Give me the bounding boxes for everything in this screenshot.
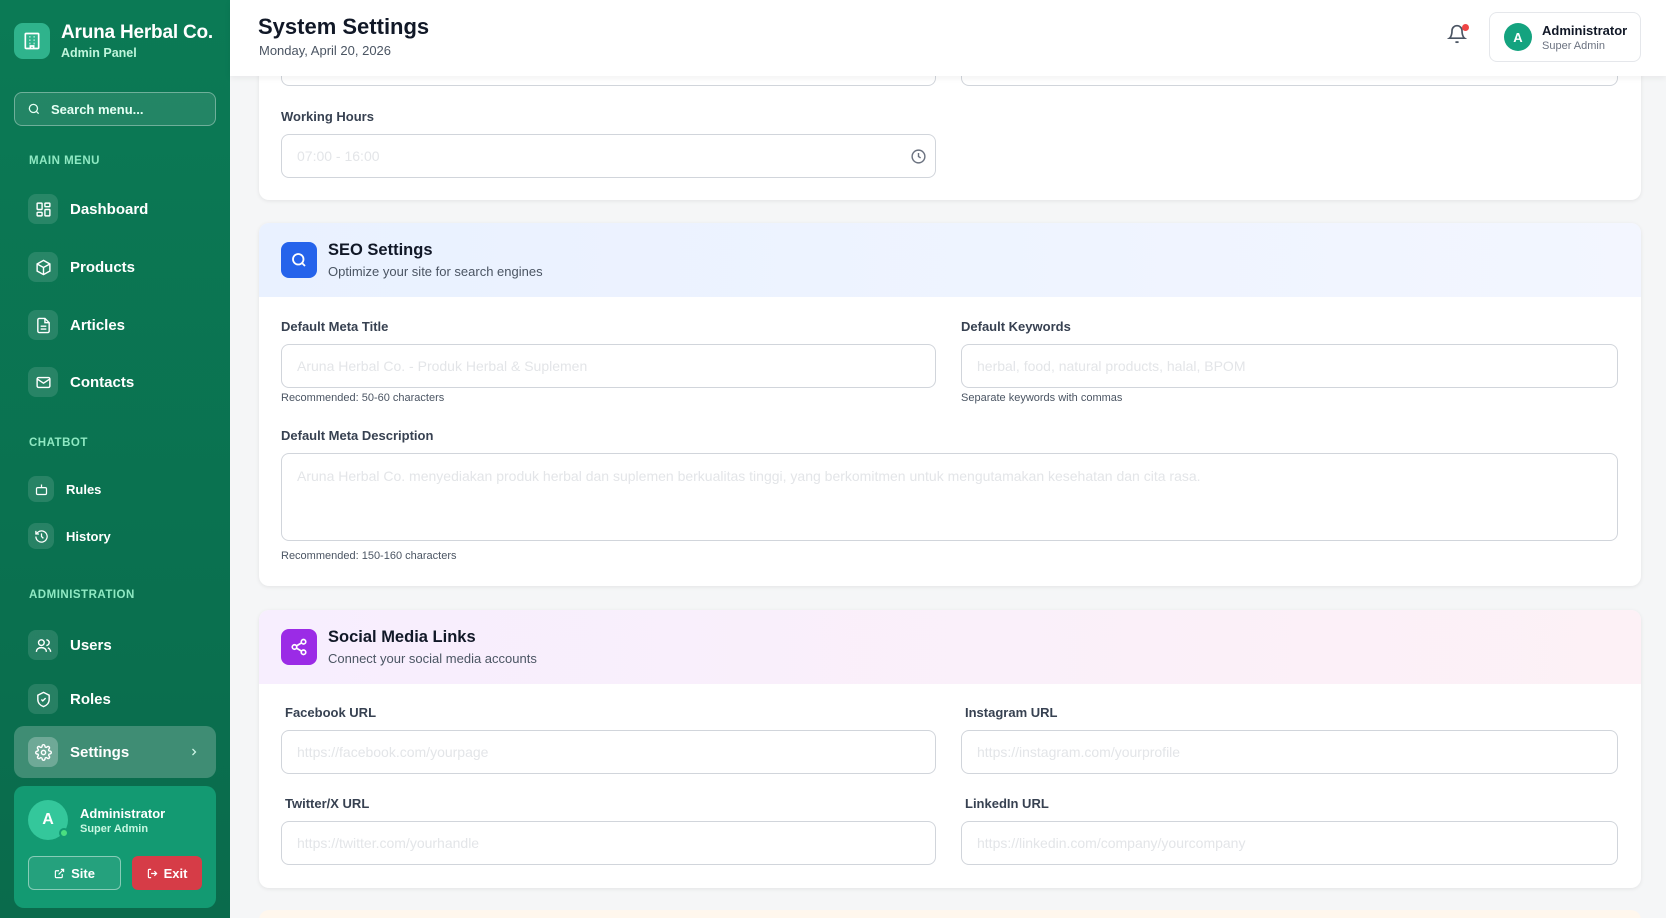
meta-title-label: Default Meta Title: [281, 319, 389, 334]
linkedin-url-input[interactable]: https://linkedin.com/company/yourcompany: [961, 821, 1618, 865]
avatar: A: [28, 800, 69, 840]
current-date: Monday, April 20, 2026: [259, 43, 392, 58]
logout-label: Exit: [163, 865, 188, 881]
twitter-url-input[interactable]: https://twitter.com/yourhandle: [281, 821, 936, 865]
avatar-initial: A: [42, 811, 54, 828]
clock-icon: [911, 149, 926, 164]
meta-description-label: Default Meta Description: [281, 428, 434, 443]
seo-settings-card: SEO Settings Optimize your site for sear…: [259, 223, 1641, 586]
twitter-url-placeholder: https://twitter.com/yourhandle: [297, 835, 480, 851]
sidebar-item-contacts[interactable]: Contacts: [14, 359, 216, 405]
sidebar-item-articles[interactable]: Articles: [14, 302, 216, 348]
search-icon: [281, 242, 317, 278]
gear-icon: [28, 737, 58, 767]
working-hours-input[interactable]: 07:00 - 16:00: [281, 134, 936, 178]
next-card-edge: [259, 910, 1641, 918]
keywords-hint: Separate keywords with commas: [961, 392, 1123, 404]
search-placeholder: Search menu...: [51, 101, 144, 117]
logout-button[interactable]: Exit: [132, 856, 202, 890]
working-hours-label: Working Hours: [281, 109, 374, 124]
linkedin-url-placeholder: https://linkedin.com/company/yourcompany: [977, 835, 1246, 851]
sidebar-item-label: Rules: [66, 481, 102, 497]
sidebar-item-label: Products: [70, 258, 136, 276]
mail-icon: [28, 367, 58, 397]
dashboard-icon: [28, 194, 58, 224]
sidebar: Aruna Herbal Co. Admin Panel Search menu…: [0, 0, 230, 918]
sidebar-item-dashboard[interactable]: Dashboard: [14, 186, 216, 232]
notification-dot: [1462, 24, 1469, 31]
shield-icon: [28, 684, 58, 714]
sidebar-item-users[interactable]: Users: [14, 622, 216, 668]
card-title: Social Media Links: [328, 628, 476, 646]
card-title: SEO Settings: [328, 241, 433, 259]
online-status-dot: [59, 828, 69, 838]
document-icon: [28, 310, 58, 340]
twitter-url-label: Twitter/X URL: [285, 796, 370, 811]
external-link-icon: [54, 868, 65, 878]
meta-title-input[interactable]: Aruna Herbal Co. - Produk Herbal & Suple…: [281, 344, 936, 388]
meta-title-placeholder: Aruna Herbal Co. - Produk Herbal & Suple…: [297, 358, 588, 374]
sidebar-item-settings[interactable]: Settings: [14, 726, 216, 778]
sidebar-item-label: Contacts: [70, 373, 135, 391]
sidebar-item-roles[interactable]: Roles: [14, 676, 216, 722]
keywords-label: Default Keywords: [961, 319, 1071, 334]
search-icon: [28, 103, 40, 115]
keywords-input[interactable]: herbal, food, natural products, halal, B…: [961, 344, 1618, 388]
user-name: Administrator: [80, 805, 166, 821]
user-name: Administrator: [1542, 22, 1628, 38]
instagram-url-placeholder: https://instagram.com/yourprofile: [977, 744, 1181, 760]
card-subtitle: Connect your social media accounts: [328, 651, 537, 666]
header-user-menu[interactable]: A Administrator Super Admin: [1489, 12, 1641, 62]
seo-card-header: SEO Settings Optimize your site for sear…: [259, 223, 1641, 297]
sidebar-item-products[interactable]: Products: [14, 244, 216, 290]
facebook-url-label: Facebook URL: [285, 705, 377, 720]
instagram-url-input[interactable]: https://instagram.com/yourprofile: [961, 730, 1618, 774]
section-administration: ADMINISTRATION: [29, 589, 135, 601]
share-icon: [281, 629, 317, 665]
sidebar-item-label: Articles: [70, 316, 126, 334]
sidebar-item-label: Settings: [70, 743, 130, 761]
sidebar-item-label: Users: [70, 636, 112, 654]
page-title: System Settings: [258, 14, 430, 39]
facebook-url-input[interactable]: https://facebook.com/yourpage: [281, 730, 936, 774]
search-input[interactable]: Search menu...: [14, 92, 216, 126]
keywords-placeholder: herbal, food, natural products, halal, B…: [977, 358, 1246, 374]
section-main-menu: MAIN MENU: [29, 155, 100, 167]
sidebar-item-history[interactable]: History: [14, 513, 216, 559]
card-subtitle: Optimize your site for search engines: [328, 264, 543, 279]
logout-icon: [147, 868, 158, 878]
working-hours-placeholder: 07:00 - 16:00: [297, 148, 380, 164]
social-media-card: Social Media Links Connect your social m…: [259, 610, 1641, 888]
sidebar-item-rules[interactable]: Rules: [14, 466, 216, 512]
building-icon: [14, 23, 50, 59]
bot-icon: [28, 476, 54, 502]
sidebar-user-card: A Administrator Super Admin Site Exit: [14, 786, 216, 908]
meta-description-textarea[interactable]: Aruna Herbal Co. menyediakan produk herb…: [281, 453, 1618, 541]
visit-site-button[interactable]: Site: [28, 856, 121, 890]
meta-description-hint: Recommended: 150-160 characters: [281, 550, 457, 562]
visit-site-label: Site: [71, 865, 95, 881]
sidebar-item-label: Roles: [70, 690, 111, 708]
user-role: Super Admin: [80, 822, 149, 835]
meta-description-placeholder: Aruna Herbal Co. menyediakan produk herb…: [297, 468, 1201, 484]
instagram-url-label: Instagram URL: [965, 705, 1058, 720]
user-role: Super Admin: [1542, 39, 1605, 52]
brand[interactable]: Aruna Herbal Co. Admin Panel: [0, 0, 230, 60]
top-header: System Settings Monday, April 20, 2026 A…: [230, 0, 1666, 76]
history-icon: [28, 523, 54, 549]
users-icon: [28, 630, 58, 660]
sidebar-item-label: Dashboard: [70, 200, 149, 218]
social-card-header: Social Media Links Connect your social m…: [259, 610, 1641, 684]
avatar: A: [1504, 23, 1532, 51]
sidebar-item-label: History: [66, 528, 111, 544]
chevron-right-icon: [192, 748, 197, 756]
brand-title: Aruna Herbal Co.: [61, 22, 213, 43]
brand-subtitle: Admin Panel: [61, 46, 137, 60]
meta-title-hint: Recommended: 50-60 characters: [281, 392, 445, 404]
linkedin-url-label: LinkedIn URL: [965, 796, 1049, 811]
facebook-url-placeholder: https://facebook.com/yourpage: [297, 744, 489, 760]
section-chatbot: CHATBOT: [29, 437, 88, 449]
package-icon: [28, 252, 58, 282]
